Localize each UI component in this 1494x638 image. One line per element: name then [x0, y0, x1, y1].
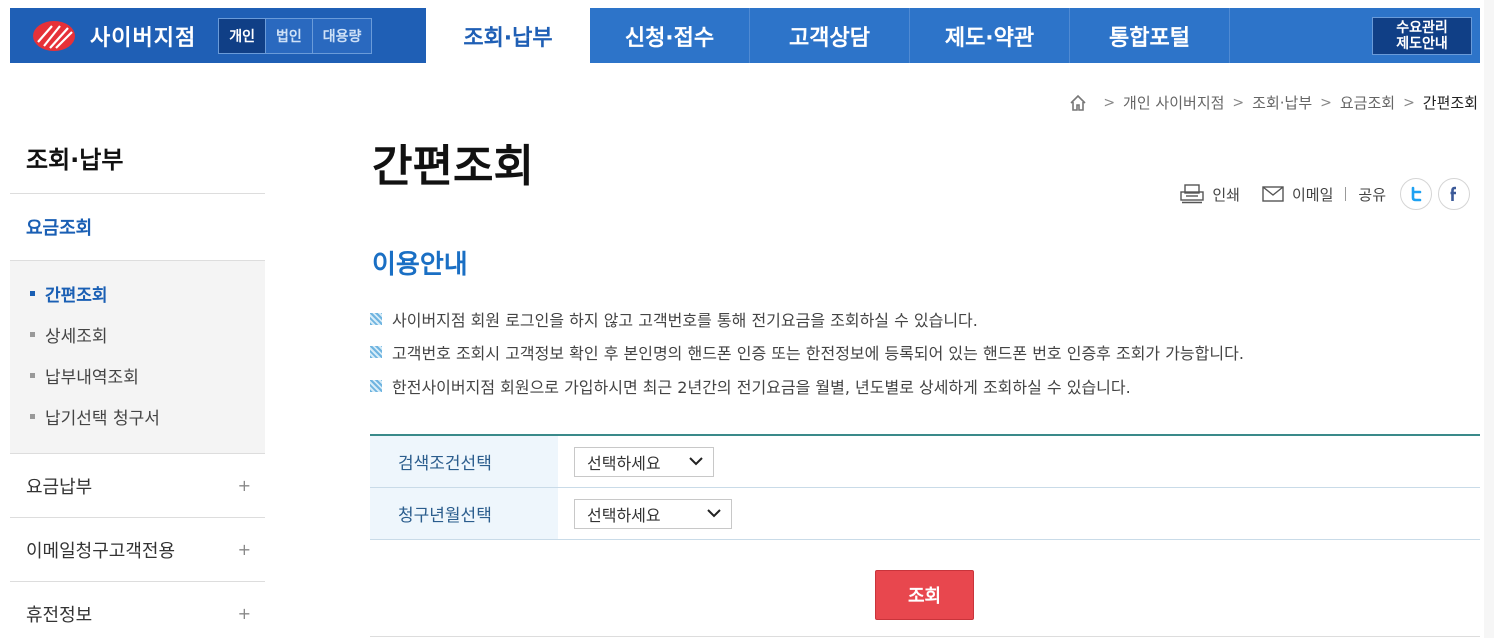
chevron-down-icon	[689, 457, 703, 466]
sidebar-subitem-detail-inquiry[interactable]: 상세조회	[10, 314, 265, 355]
brand-area: 사이버지점 개인 법인 대용량	[10, 8, 426, 63]
menu-spacer: 수요관리 제도안내	[1230, 8, 1480, 63]
breadcrumb: > 개인 사이버지점 > 조회·납부 > 요금조회 > 간편조회	[1069, 92, 1478, 113]
chevron-right-icon: >	[1232, 94, 1245, 111]
demand-management-button[interactable]: 수요관리 제도안내	[1372, 16, 1472, 55]
billing-month-select[interactable]: 선택하세요	[574, 498, 732, 529]
sidebar-group-label: 이메일청구고객전용	[26, 540, 176, 562]
billing-month-label: 청구년월선택	[370, 488, 558, 539]
sidebar-subitem-simple-inquiry[interactable]: 간편조회	[10, 273, 265, 314]
square-bullet-icon	[370, 346, 382, 359]
twitter-share-button[interactable]	[1400, 178, 1432, 210]
sidebar: 조회·납부 요금조회 간편조회 상세조회 납부내역조회 납기선택 청구서 요금납…	[10, 120, 265, 638]
plus-icon: +	[237, 604, 251, 623]
search-form: 검색조건선택 선택하세요 청구년월선택 선택하세요	[370, 434, 1480, 540]
bullet-icon	[30, 414, 35, 419]
scrollbar[interactable]	[1484, 0, 1494, 638]
menu-customer-service[interactable]: 고객상담	[750, 8, 910, 63]
home-icon[interactable]	[1069, 94, 1087, 112]
search-button[interactable]: 조회	[875, 570, 974, 620]
sidebar-title: 조회·납부	[10, 120, 265, 194]
usage-info-list: 사이버지점 회원 로그인을 하지 않고 고객번호를 통해 전기요금을 조회하실 …	[370, 302, 1244, 403]
bullet-icon	[30, 373, 35, 378]
sidebar-subitem-label: 납부내역조회	[45, 368, 139, 388]
select-value: 선택하세요	[587, 505, 661, 525]
twitter-icon	[1411, 186, 1422, 202]
plus-icon: +	[237, 540, 251, 559]
info-text: 한전사이버지점 회원으로 가입하시면 최근 2년간의 전기요금을 월별, 년도별…	[392, 377, 1131, 397]
list-item: 고객번호 조회시 고객정보 확인 후 본인명의 핸드폰 인증 또는 한전정보에 …	[370, 336, 1244, 370]
share-label: 공유	[1358, 185, 1386, 204]
sidebar-item-fee-inquiry[interactable]: 요금조회	[10, 194, 265, 261]
info-text: 사이버지점 회원 로그인을 하지 않고 고객번호를 통해 전기요금을 조회하실 …	[392, 310, 978, 330]
breadcrumb-personal-branch[interactable]: 개인 사이버지점	[1123, 92, 1224, 113]
bullet-icon	[30, 291, 35, 296]
segment-personal[interactable]: 개인	[219, 18, 266, 53]
sidebar-group-label: 요금납부	[26, 476, 93, 498]
sidebar-subitem-label: 간편조회	[45, 286, 108, 306]
plus-icon: +	[237, 476, 251, 495]
list-item: 한전사이버지점 회원으로 가입하시면 최근 2년간의 전기요금을 월별, 년도별…	[370, 369, 1244, 403]
search-condition-select[interactable]: 선택하세요	[574, 446, 714, 477]
chevron-down-icon	[707, 509, 721, 518]
sidebar-subitem-payment-history[interactable]: 납부내역조회	[10, 355, 265, 396]
sidebar-group-label: 휴전정보	[26, 604, 93, 626]
customer-type-segment: 개인 법인 대용량	[218, 17, 373, 54]
segment-corporate[interactable]: 법인	[265, 18, 313, 53]
select-value: 선택하세요	[587, 453, 661, 473]
sidebar-submenu: 간편조회 상세조회 납부내역조회 납기선택 청구서	[10, 261, 265, 454]
menu-application[interactable]: 신청·접수	[590, 8, 750, 63]
square-bullet-icon	[370, 312, 382, 325]
menu-integrated-portal[interactable]: 통합포털	[1070, 8, 1230, 63]
section-title: 이용안내	[372, 250, 468, 280]
square-bullet-icon	[370, 379, 382, 392]
form-row: 검색조건선택 선택하세요	[370, 436, 1480, 488]
page-tools: 인쇄 이메일 공유	[1180, 178, 1470, 210]
form-row: 청구년월선택 선택하세요	[370, 488, 1480, 540]
sidebar-subitem-label: 상세조회	[45, 327, 108, 347]
email-label: 이메일	[1291, 185, 1334, 204]
print-button[interactable]: 인쇄	[1180, 184, 1240, 205]
main-menu: 조회·납부 신청·접수 고객상담 제도·약관 통합포털 수요관리 제도안내	[426, 8, 1480, 63]
print-icon	[1180, 184, 1205, 204]
divider	[370, 636, 1480, 637]
print-label: 인쇄	[1212, 185, 1240, 204]
form-field: 선택하세요	[558, 436, 714, 487]
mail-icon	[1262, 186, 1284, 202]
sidebar-subitem-due-date-bill[interactable]: 납기선택 청구서	[10, 396, 265, 437]
info-text: 고객번호 조회시 고객정보 확인 후 본인명의 핸드폰 인증 또는 한전정보에 …	[392, 344, 1244, 364]
divider	[1345, 187, 1347, 201]
breadcrumb-fee-inquiry[interactable]: 요금조회	[1340, 92, 1395, 113]
page-title: 간편조회	[372, 141, 534, 192]
search-condition-label: 검색조건선택	[370, 436, 558, 487]
email-button[interactable]: 이메일	[1262, 184, 1333, 205]
kepco-logo-icon[interactable]	[32, 20, 76, 52]
chevron-right-icon: >	[1103, 94, 1116, 111]
bullet-icon	[30, 332, 35, 337]
sidebar-subitem-label: 납기선택 청구서	[45, 409, 160, 429]
sidebar-group-email-billing[interactable]: 이메일청구고객전용 +	[10, 518, 265, 582]
top-navigation: 사이버지점 개인 법인 대용량 조회·납부 신청·접수 고객상담 제도·약관 통…	[10, 8, 1480, 63]
sidebar-group-fee-payment[interactable]: 요금납부 +	[10, 454, 265, 518]
menu-policy-terms[interactable]: 제도·약관	[910, 8, 1070, 63]
chevron-right-icon: >	[1320, 94, 1332, 111]
list-item: 사이버지점 회원 로그인을 하지 않고 고객번호를 통해 전기요금을 조회하실 …	[370, 302, 1244, 336]
breadcrumb-inquiry-payment[interactable]: 조회·납부	[1252, 92, 1312, 113]
facebook-share-button[interactable]	[1438, 178, 1470, 210]
chevron-right-icon: >	[1403, 94, 1415, 111]
segment-large-volume[interactable]: 대용량	[312, 18, 372, 53]
breadcrumb-current: 간편조회	[1422, 94, 1478, 112]
form-field: 선택하세요	[558, 488, 732, 539]
sidebar-group-outage-info[interactable]: 휴전정보 +	[10, 582, 265, 638]
facebook-icon	[1450, 186, 1456, 201]
brand-name[interactable]: 사이버지점	[90, 20, 196, 52]
menu-inquiry-payment[interactable]: 조회·납부	[426, 8, 590, 63]
